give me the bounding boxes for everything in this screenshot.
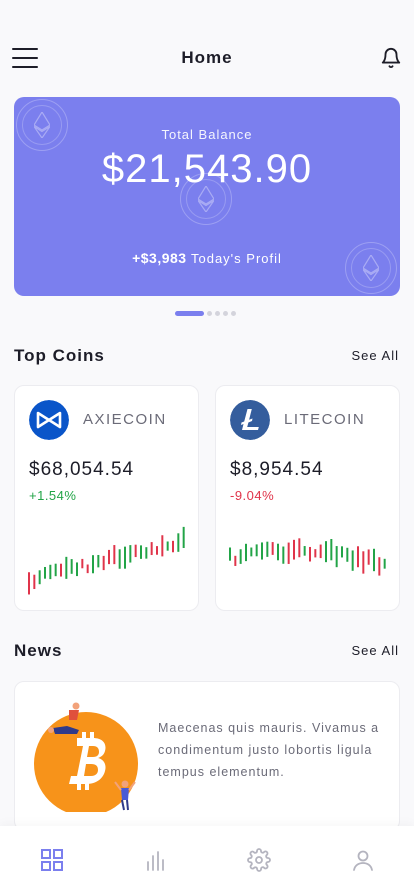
- total-balance-card[interactable]: Total Balance $21,543.90 +$3,983 Today's…: [14, 97, 400, 296]
- profit-value: +$3,983: [132, 250, 187, 266]
- news-see-all-link[interactable]: See All: [352, 643, 399, 658]
- carousel-pager: [175, 311, 236, 316]
- coin-sparkline-chart: [229, 538, 386, 576]
- app-header: Home: [0, 40, 414, 76]
- home-grid-icon[interactable]: [40, 848, 64, 872]
- coin-name: AXIECOIN: [83, 411, 167, 428]
- bell-icon[interactable]: [380, 46, 402, 70]
- coin-card-axiecoin[interactable]: AXIECOIN $68,054.54 +1.54%: [14, 385, 199, 611]
- total-balance-amount: $21,543.90: [101, 147, 313, 191]
- settings-gear-icon[interactable]: [247, 848, 271, 872]
- litecoin-logo-icon: [230, 400, 270, 440]
- ethereum-icon: [16, 99, 68, 151]
- axiecoin-logo-icon: [29, 400, 69, 440]
- pager-dot[interactable]: [215, 311, 220, 316]
- coin-name: LITECOIN: [284, 411, 366, 428]
- bitcoin-illustration: [34, 702, 138, 812]
- profit-label: Today's Profil: [190, 251, 282, 266]
- coin-change: +1.54%: [29, 488, 77, 503]
- page-title: Home: [181, 48, 233, 67]
- pager-dot[interactable]: [223, 311, 228, 316]
- news-card[interactable]: Maecenas quis mauris. Vivamus a condimen…: [14, 681, 400, 831]
- total-balance-label: Total Balance: [161, 127, 253, 142]
- bottom-tab-bar: [0, 826, 414, 896]
- coin-price: $68,054.54: [29, 459, 135, 480]
- todays-profit: +$3,983 Today's Profil: [14, 250, 400, 266]
- news-excerpt: Maecenas quis mauris. Vivamus a condimen…: [158, 721, 380, 779]
- top-coins-see-all-link[interactable]: See All: [352, 348, 399, 363]
- coin-price: $8,954.54: [230, 459, 324, 480]
- coin-sparkline-chart: [28, 526, 185, 595]
- coin-card-litecoin[interactable]: LITECOIN $8,954.54 -9.04%: [215, 385, 400, 611]
- coin-change: -9.04%: [230, 488, 275, 503]
- pager-dot[interactable]: [207, 311, 212, 316]
- profile-user-icon[interactable]: [351, 848, 375, 872]
- news-title: News: [14, 641, 63, 660]
- pager-dot[interactable]: [231, 311, 236, 316]
- chart-bars-icon[interactable]: [144, 848, 168, 872]
- top-coins-title: Top Coins: [14, 346, 105, 365]
- pager-dot[interactable]: [175, 311, 204, 316]
